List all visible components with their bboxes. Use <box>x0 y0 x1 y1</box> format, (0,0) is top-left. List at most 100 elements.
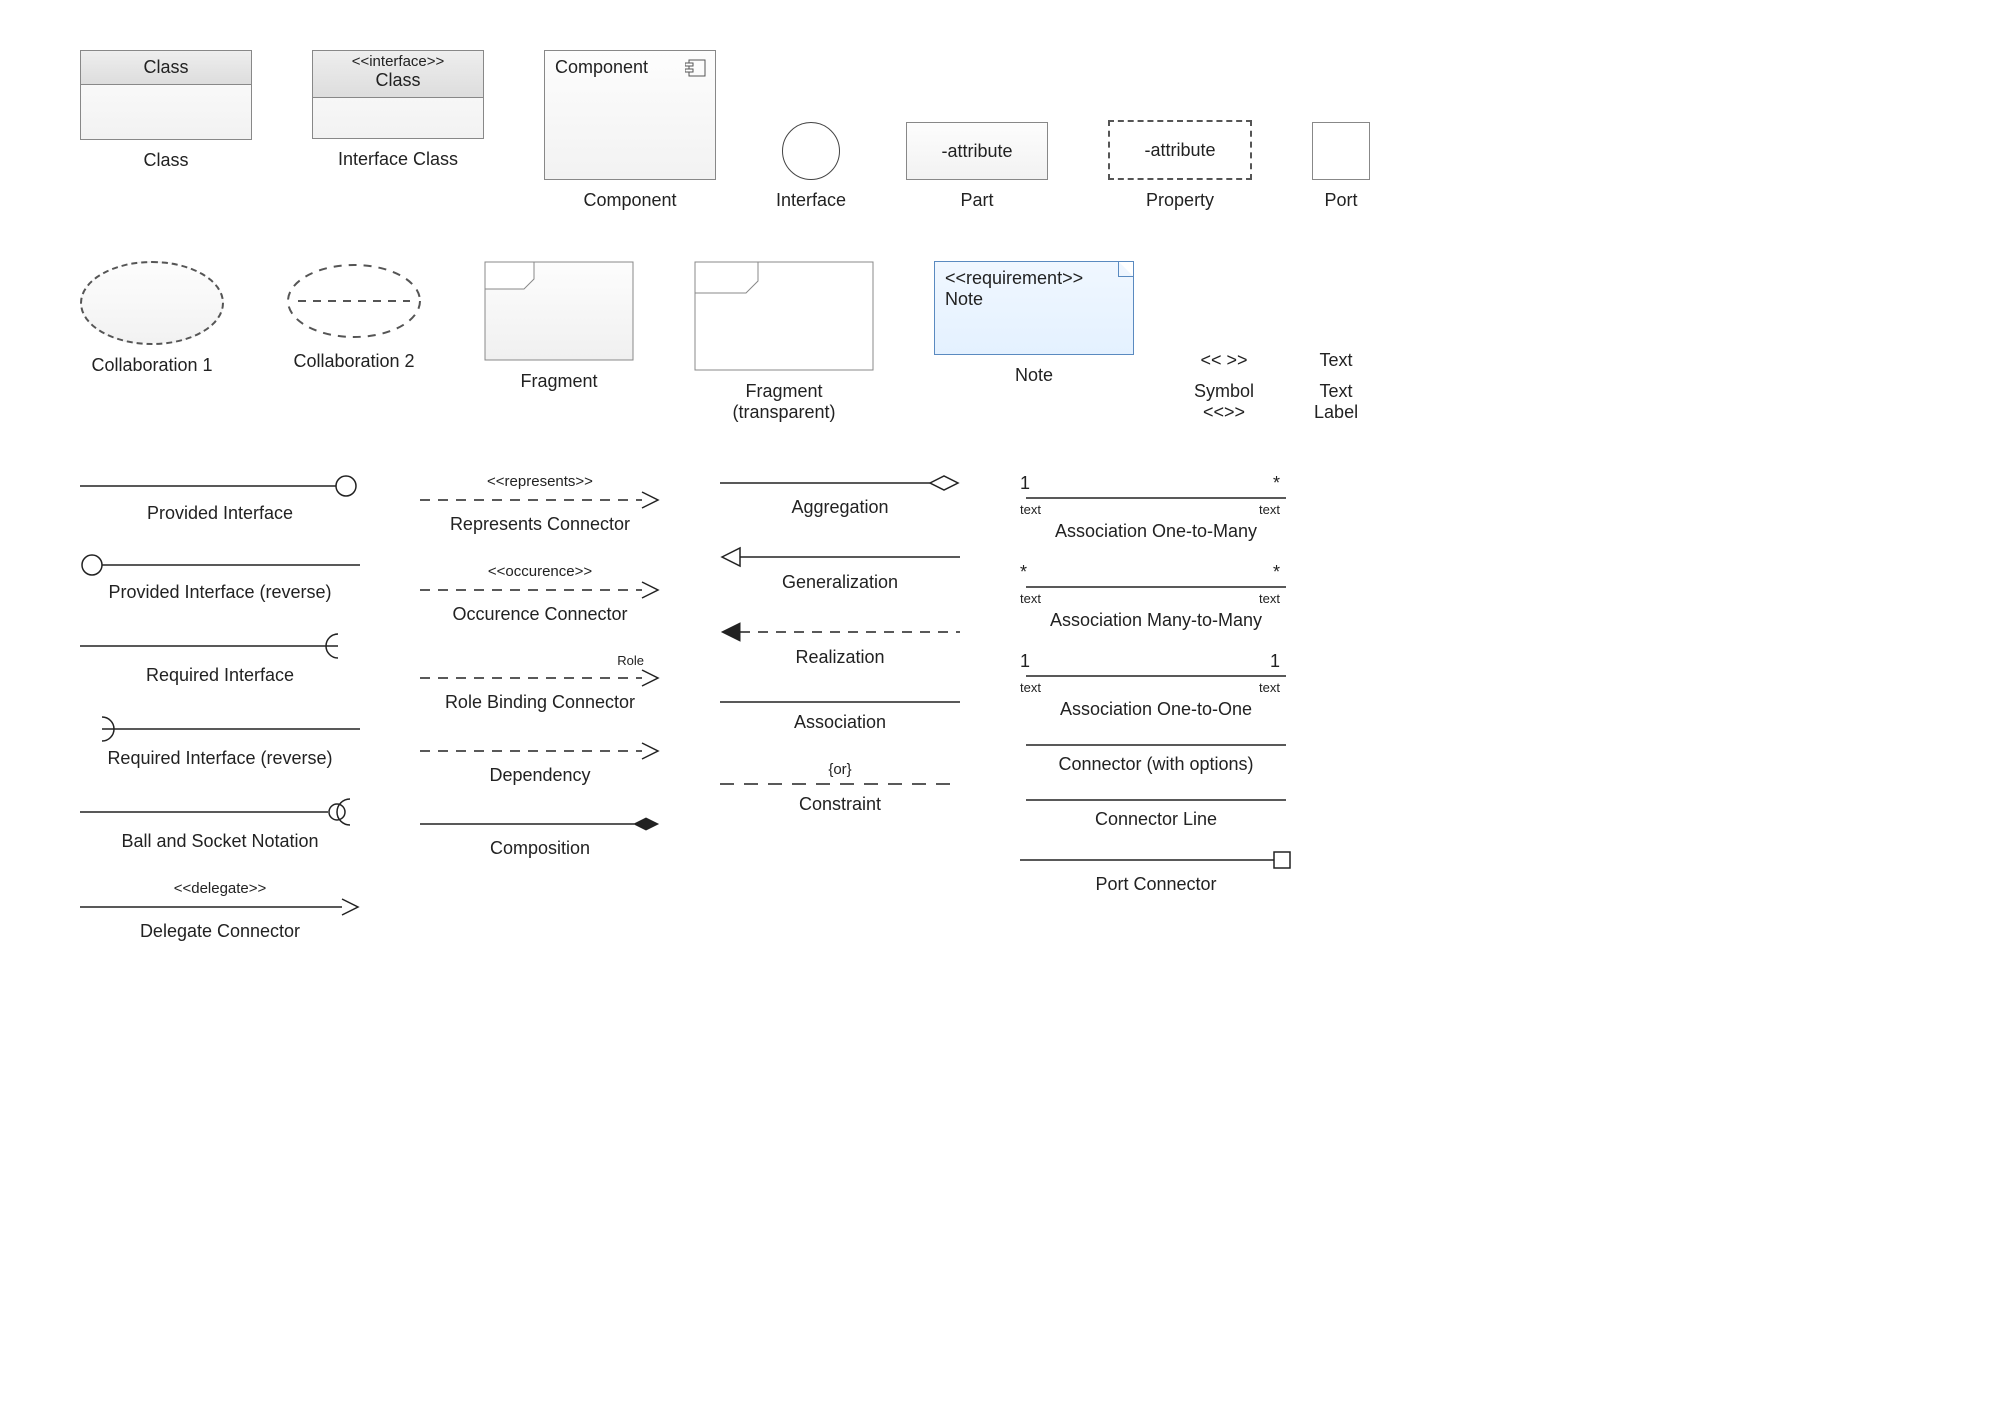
note-stereo: <<requirement>> <box>945 268 1123 289</box>
note-caption: Note <box>1015 365 1053 386</box>
connectors-col-3: Aggregation Generalization Realization A… <box>720 473 960 815</box>
conn-port-connector: Port Connector <box>1020 850 1292 895</box>
shape-class: Class Class <box>80 50 252 211</box>
text-label-caption1: Text <box>1320 381 1353 402</box>
interface-circle-icon <box>782 122 840 180</box>
symbol-caption2: <<>> <box>1203 402 1245 423</box>
conn-occurence: <<occurence>> Occurence Connector <box>420 563 660 625</box>
label-ball-socket: Ball and Socket Notation <box>80 831 360 852</box>
connectors-col-2: <<represents>> Represents Connector <<oc… <box>420 473 660 859</box>
port-caption: Port <box>1325 190 1358 211</box>
connectors-grid: Provided Interface Provided Interface (r… <box>80 473 1926 942</box>
interface-class-box-icon: <<interface>> Class <box>312 50 484 139</box>
property-text: -attribute <box>1145 140 1216 161</box>
mtm-left: * <box>1020 562 1027 583</box>
part-text: -attribute <box>942 141 1013 162</box>
fragment-icon <box>484 261 634 361</box>
part-box-icon: -attribute <box>906 122 1048 180</box>
collab2-caption: Collaboration 2 <box>293 351 414 372</box>
note-text: Note <box>945 289 1123 310</box>
conn-generalization: Generalization <box>720 546 960 593</box>
interface-stereo: <<interface>> <box>313 53 483 70</box>
text-label-caption2: Label <box>1314 402 1358 423</box>
conn-realization: Realization <box>720 621 960 668</box>
represents-stereo: <<represents>> <box>420 473 660 490</box>
mtm-right: * <box>1273 562 1280 583</box>
shape-collab1: Collaboration 1 <box>80 261 224 423</box>
class-caption: Class <box>143 150 188 171</box>
conn-required-interface-reverse: Required Interface (reverse) <box>80 714 360 769</box>
class-header: Class <box>81 51 251 85</box>
conn-one-to-many: 1* texttext Association One-to-Many <box>1020 473 1292 542</box>
shape-text-label: Text Text Label <box>1314 261 1358 423</box>
class-box-icon: Class <box>80 50 252 140</box>
delegate-stereo: <<delegate>> <box>80 880 360 897</box>
label-many-to-many: Association Many-to-Many <box>1020 610 1292 631</box>
conn-composition: Composition <box>420 814 660 859</box>
fragment-trans-icon <box>694 261 874 371</box>
oto-tl: text <box>1020 680 1041 695</box>
conn-dependency: Dependency <box>420 741 660 786</box>
conn-constraint: {or} Constraint <box>720 761 960 815</box>
row-shapes-1: Class Class <<interface>> Class Interfac… <box>80 50 1926 211</box>
role-hint: Role <box>420 653 660 668</box>
fragment-trans-caption1: Fragment <box>745 381 822 402</box>
label-realization: Realization <box>720 647 960 668</box>
shape-port: Port <box>1312 50 1370 211</box>
label-port-connector: Port Connector <box>1020 874 1292 895</box>
conn-many-to-many: ** texttext Association Many-to-Many <box>1020 562 1292 631</box>
label-composition: Composition <box>420 838 660 859</box>
label-delegate: Delegate Connector <box>80 921 360 942</box>
interface-caption: Interface <box>776 190 846 211</box>
shape-note: <<requirement>> Note Note <box>934 261 1134 423</box>
shape-property: -attribute Property <box>1108 50 1252 211</box>
component-box-icon: Component <box>544 50 716 180</box>
mtm-tl: text <box>1020 591 1041 606</box>
oto-left: 1 <box>1020 651 1030 672</box>
conn-line: Connector Line <box>1020 795 1292 830</box>
component-glyph-icon <box>685 59 707 77</box>
collab1-caption: Collaboration 1 <box>91 355 212 376</box>
otm-tl: text <box>1020 502 1041 517</box>
shape-component: Component Component <box>544 50 716 211</box>
otm-tr: text <box>1259 502 1280 517</box>
shape-part: -attribute Part <box>906 50 1048 211</box>
label-aggregation: Aggregation <box>720 497 960 518</box>
conn-aggregation: Aggregation <box>720 473 960 518</box>
conn-one-to-one: 11 texttext Association One-to-One <box>1020 651 1292 720</box>
part-caption: Part <box>961 190 994 211</box>
oto-tr: text <box>1259 680 1280 695</box>
interface-header: Class <box>313 70 483 91</box>
connectors-col-1: Provided Interface Provided Interface (r… <box>80 473 360 942</box>
symbol-caption1: Symbol <box>1194 381 1254 402</box>
label-occurence: Occurence Connector <box>420 604 660 625</box>
conn-represents: <<represents>> Represents Connector <box>420 473 660 535</box>
conn-role-binding: Role Role Binding Connector <box>420 653 660 713</box>
label-role-binding: Role Binding Connector <box>420 692 660 713</box>
label-required-interface: Required Interface <box>80 665 360 686</box>
otm-left: 1 <box>1020 473 1030 494</box>
constraint-hint: {or} <box>720 761 960 778</box>
note-box-icon: <<requirement>> Note <box>934 261 1134 355</box>
property-box-icon: -attribute <box>1108 120 1252 180</box>
conn-delegate: <<delegate>> Delegate Connector <box>80 880 360 942</box>
label-conn-line: Connector Line <box>1020 809 1292 830</box>
shape-interface-class: <<interface>> Class Interface Class <box>312 50 484 211</box>
label-provided-interface-reverse: Provided Interface (reverse) <box>80 582 360 603</box>
label-dependency: Dependency <box>420 765 660 786</box>
shape-collab2: Collaboration 2 <box>284 261 424 423</box>
label-constraint: Constraint <box>720 794 960 815</box>
shape-symbol: << >> Symbol <<>> <box>1194 261 1254 423</box>
fragment-trans-caption2: (transparent) <box>732 402 835 423</box>
text-label-display: Text <box>1320 350 1353 371</box>
conn-provided-interface: Provided Interface <box>80 473 360 524</box>
conn-required-interface: Required Interface <box>80 631 360 686</box>
shape-interface: Interface <box>776 50 846 211</box>
interface-class-caption: Interface Class <box>338 149 458 170</box>
otm-right: * <box>1273 473 1280 494</box>
label-conn-options: Connector (with options) <box>1020 754 1292 775</box>
collaboration1-icon <box>80 261 224 345</box>
port-box-icon <box>1312 122 1370 180</box>
symbol-display: << >> <box>1200 350 1247 371</box>
conn-provided-interface-reverse: Provided Interface (reverse) <box>80 552 360 603</box>
